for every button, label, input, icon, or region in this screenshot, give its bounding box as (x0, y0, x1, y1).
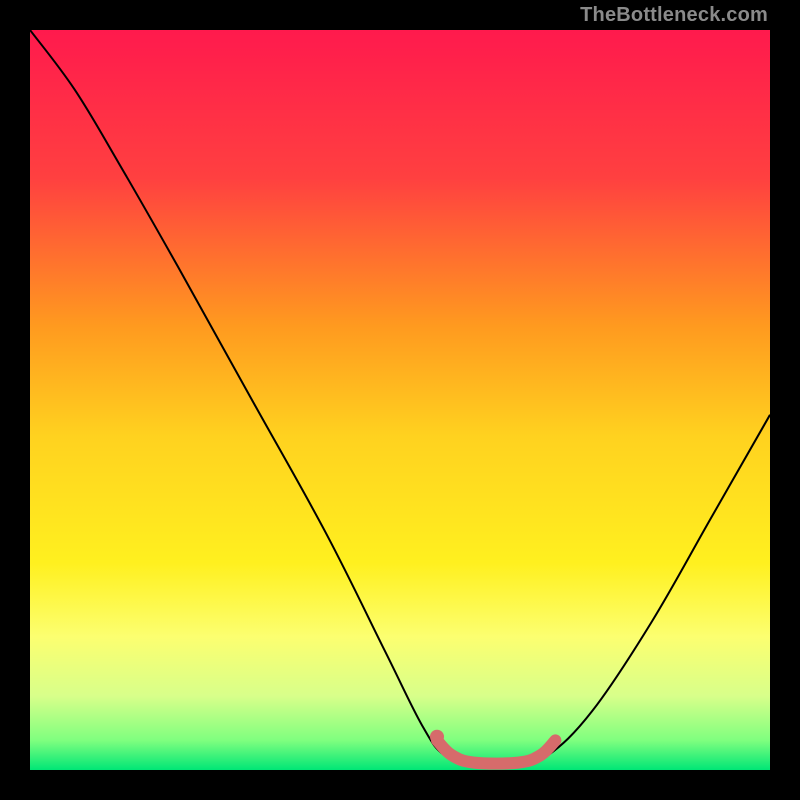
watermark-label: TheBottleneck.com (580, 4, 768, 27)
bottleneck-chart (30, 30, 770, 770)
chart-container: TheBottleneck.com (0, 0, 800, 800)
optimal-point-dot (430, 730, 444, 744)
plot-area (30, 30, 770, 770)
gradient-background (30, 30, 770, 770)
marker-layer (430, 730, 444, 744)
